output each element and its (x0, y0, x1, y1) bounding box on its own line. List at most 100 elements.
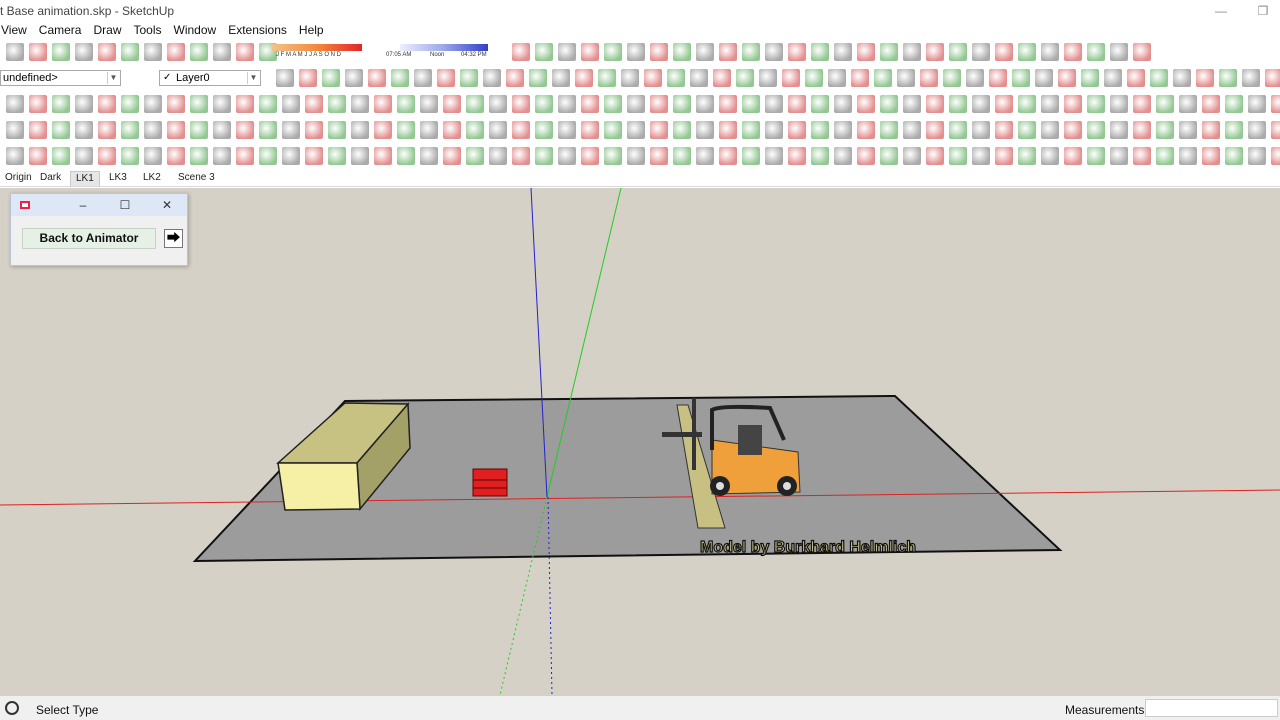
toolbar-tool-icon[interactable] (443, 147, 461, 165)
toolbar-tool-icon[interactable] (213, 147, 231, 165)
toolbar-tool-icon[interactable] (552, 69, 570, 87)
menu-camera[interactable]: Camera (33, 21, 88, 39)
toolbar-tool-icon[interactable] (512, 121, 530, 139)
toolbar-tool-icon[interactable] (351, 121, 369, 139)
toolbar-tool-icon[interactable] (972, 95, 990, 113)
toolbar-tool-icon[interactable] (788, 43, 806, 61)
toolbar-tool-icon[interactable] (29, 95, 47, 113)
toolbar-tool-icon[interactable] (75, 95, 93, 113)
toolbar-tool-icon[interactable] (1133, 95, 1151, 113)
toolbar-tool-icon[interactable] (742, 43, 760, 61)
toolbar-tool-icon[interactable] (282, 121, 300, 139)
toolbar-tool-icon[interactable] (368, 69, 386, 87)
toolbar-tool-icon[interactable] (121, 43, 139, 61)
toolbar-tool-icon[interactable] (1242, 69, 1260, 87)
toolbar-tool-icon[interactable] (6, 95, 24, 113)
toolbar-tool-icon[interactable] (512, 147, 530, 165)
toolbar-tool-icon[interactable] (805, 69, 823, 87)
toolbar-tool-icon[interactable] (765, 43, 783, 61)
toolbar-tool-icon[interactable] (788, 95, 806, 113)
layer-selector-combo[interactable]: undefined> ▼ (0, 70, 121, 86)
layer-name-combo[interactable]: ✓ Layer0 ▼ (159, 70, 261, 86)
toolbar-tool-icon[interactable] (1041, 121, 1059, 139)
toolbar-tool-icon[interactable] (236, 121, 254, 139)
toolbar-tool-icon[interactable] (1087, 121, 1105, 139)
toolbar-tool-icon[interactable] (920, 69, 938, 87)
toolbar-tool-icon[interactable] (276, 69, 294, 87)
toolbar-tool-icon[interactable] (1041, 147, 1059, 165)
toolbar-tool-icon[interactable] (1064, 121, 1082, 139)
toolbar-tool-icon[interactable] (29, 147, 47, 165)
toolbar-tool-icon[interactable] (558, 43, 576, 61)
toolbar-tool-icon[interactable] (667, 69, 685, 87)
toolbar-tool-icon[interactable] (213, 43, 231, 61)
toolbar-tool-icon[interactable] (1133, 43, 1151, 61)
toolbar-tool-icon[interactable] (1196, 69, 1214, 87)
toolbar-tool-icon[interactable] (282, 95, 300, 113)
toolbar-tool-icon[interactable] (1271, 95, 1280, 113)
toolbar-tool-icon[interactable] (75, 121, 93, 139)
toolbar-tool-icon[interactable] (282, 147, 300, 165)
toolbar-tool-icon[interactable] (328, 95, 346, 113)
toolbar-tool-icon[interactable] (466, 121, 484, 139)
menu-help[interactable]: Help (293, 21, 330, 39)
minimize-button[interactable]: — (1198, 2, 1244, 20)
toolbar-tool-icon[interactable] (759, 69, 777, 87)
toolbar-tool-icon[interactable] (765, 95, 783, 113)
toolbar-tool-icon[interactable] (897, 69, 915, 87)
toolbar-tool-icon[interactable] (437, 69, 455, 87)
toolbar-tool-icon[interactable] (972, 121, 990, 139)
toolbar-tool-icon[interactable] (966, 69, 984, 87)
toolbar-tool-icon[interactable] (236, 147, 254, 165)
toolbar-tool-icon[interactable] (1248, 95, 1266, 113)
menu-window[interactable]: Window (168, 21, 223, 39)
toolbar-tool-icon[interactable] (190, 95, 208, 113)
toolbar-tool-icon[interactable] (98, 147, 116, 165)
toolbar-tool-icon[interactable] (1064, 95, 1082, 113)
toolbar-tool-icon[interactable] (696, 43, 714, 61)
toolbar-tool-icon[interactable] (190, 147, 208, 165)
toolbar-tool-icon[interactable] (1110, 43, 1128, 61)
toolbar-tool-icon[interactable] (1219, 69, 1237, 87)
toolbar-tool-icon[interactable] (52, 95, 70, 113)
menu-tools[interactable]: Tools (128, 21, 168, 39)
toolbar-tool-icon[interactable] (604, 147, 622, 165)
chevron-down-icon[interactable]: ▼ (247, 72, 259, 84)
toolbar-tool-icon[interactable] (512, 43, 530, 61)
toolbar-tool-icon[interactable] (374, 147, 392, 165)
tab-lk2[interactable]: LK2 (138, 171, 166, 186)
toolbar-tool-icon[interactable] (1041, 43, 1059, 61)
toolbar-tool-icon[interactable] (972, 43, 990, 61)
toolbar-tool-icon[interactable] (529, 69, 547, 87)
toolbar-tool-icon[interactable] (696, 95, 714, 113)
tab-lk1[interactable]: LK1 (70, 171, 100, 186)
toolbar-tool-icon[interactable] (1133, 121, 1151, 139)
toolbar-tool-icon[interactable] (650, 147, 668, 165)
toolbar-tool-icon[interactable] (167, 43, 185, 61)
restore-button[interactable]: ❐ (1240, 2, 1280, 20)
toolbar-tool-icon[interactable] (558, 147, 576, 165)
toolbar-tool-icon[interactable] (949, 43, 967, 61)
toolbar-tool-icon[interactable] (644, 69, 662, 87)
dialog-minimize-button[interactable]: – (73, 196, 93, 214)
toolbar-tool-icon[interactable] (943, 69, 961, 87)
toolbar-tool-icon[interactable] (1202, 147, 1220, 165)
toolbar-tool-icon[interactable] (742, 95, 760, 113)
toolbar-tool-icon[interactable] (696, 147, 714, 165)
toolbar-tool-icon[interactable] (903, 147, 921, 165)
toolbar-tool-icon[interactable] (397, 147, 415, 165)
toolbar-tool-icon[interactable] (765, 147, 783, 165)
chevron-down-icon[interactable]: ▼ (107, 72, 119, 84)
toolbar-tool-icon[interactable] (581, 95, 599, 113)
toolbar-tool-icon[interactable] (673, 95, 691, 113)
toolbar-tool-icon[interactable] (1087, 43, 1105, 61)
toolbar-tool-icon[interactable] (52, 43, 70, 61)
dialog-close-button[interactable]: ✕ (157, 196, 177, 214)
toolbar-tool-icon[interactable] (811, 95, 829, 113)
toolbar-tool-icon[interactable] (391, 69, 409, 87)
toolbar-tool-icon[interactable] (1035, 69, 1053, 87)
toolbar-tool-icon[interactable] (535, 121, 553, 139)
toolbar-tool-icon[interactable] (1064, 147, 1082, 165)
toolbar-tool-icon[interactable] (742, 147, 760, 165)
toolbar-tool-icon[interactable] (995, 43, 1013, 61)
